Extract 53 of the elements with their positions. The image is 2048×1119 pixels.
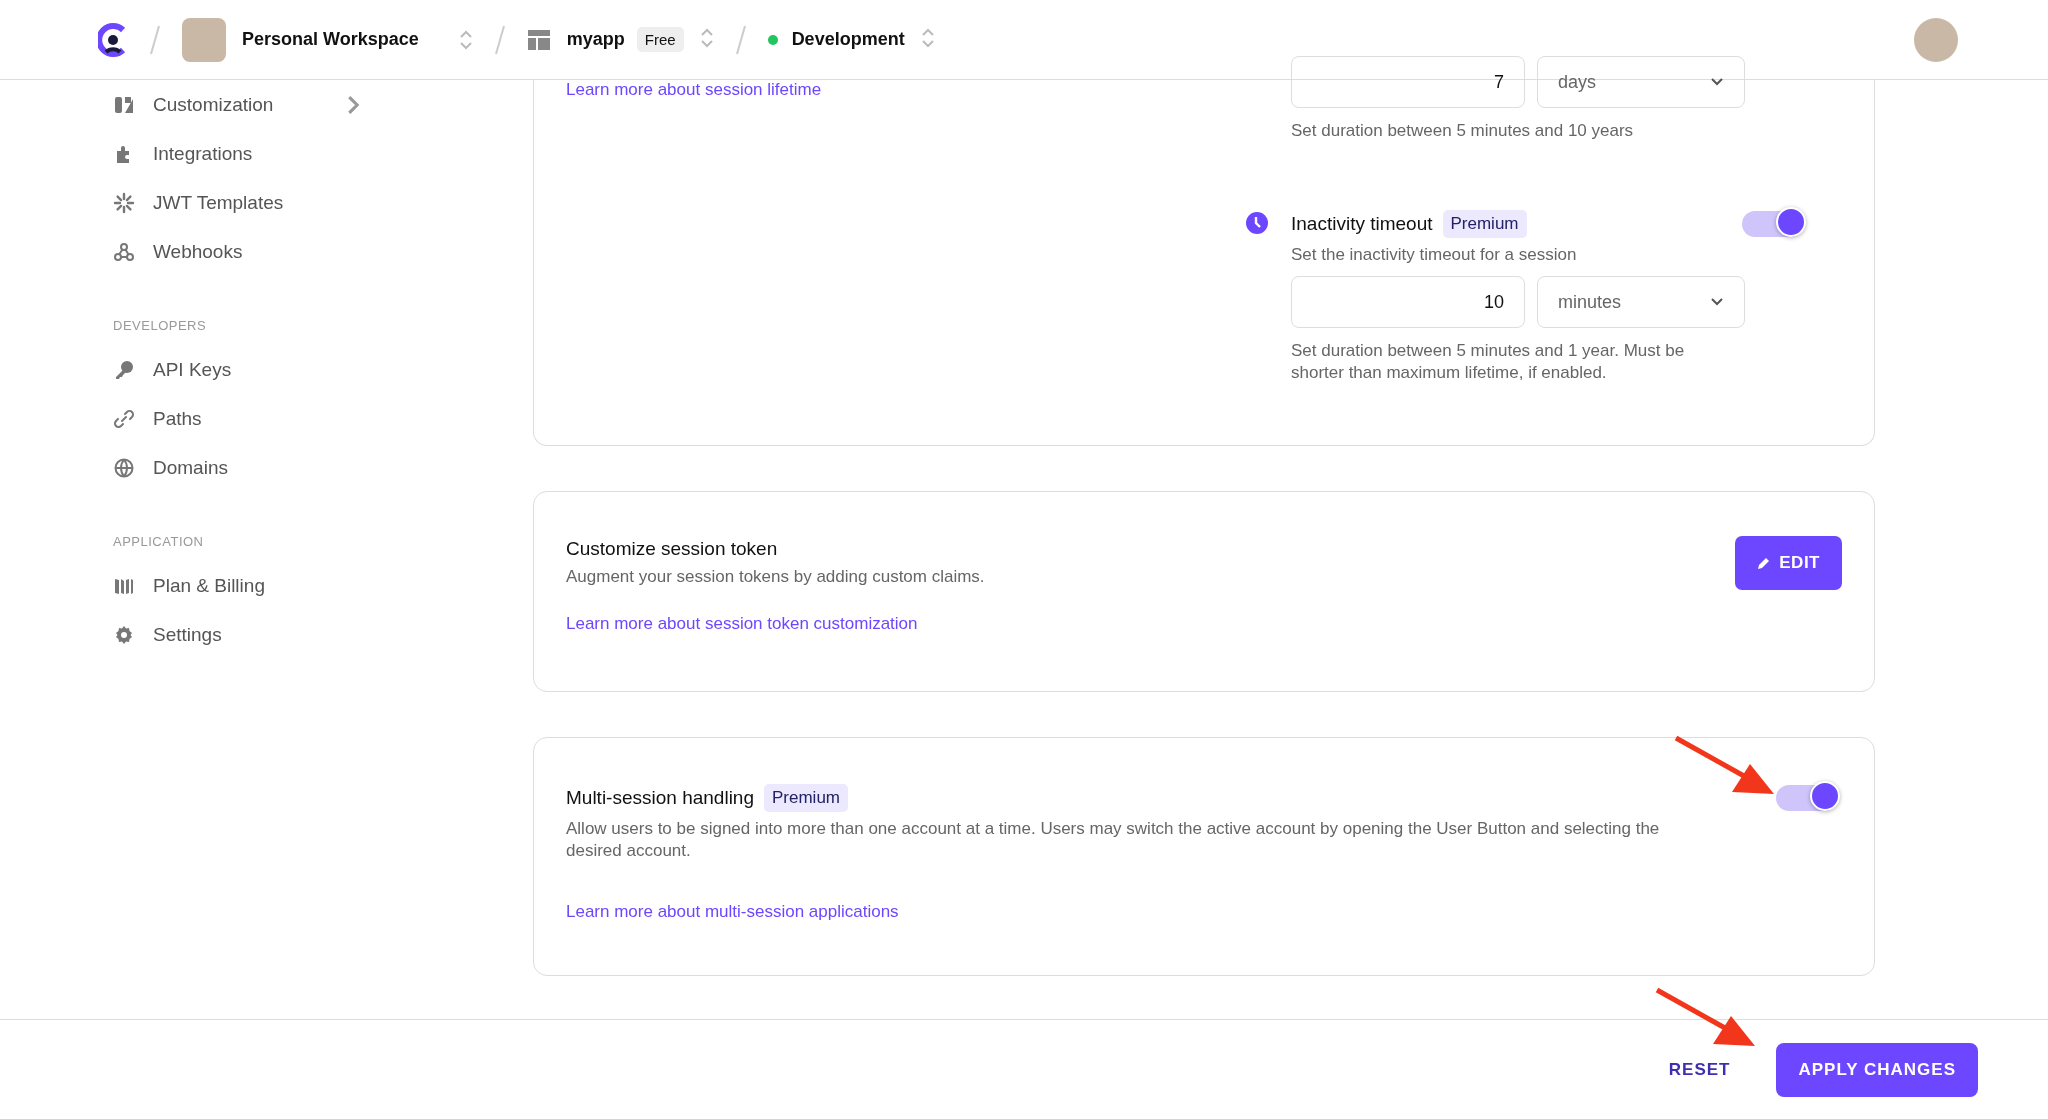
section-heading: DEVELOPERS	[113, 317, 208, 333]
logo-icon[interactable]	[98, 22, 128, 57]
card-description: Augment your session tokens by adding custom claims.	[566, 566, 985, 588]
layout-icon	[526, 28, 551, 51]
chevron-down-icon	[1710, 297, 1724, 307]
number-input[interactable]: 10	[1291, 276, 1525, 328]
sidebar-item[interactable]: JWT Templates	[113, 178, 383, 227]
section-heading: APPLICATION	[113, 533, 205, 549]
sidebar-item[interactable]: Plan & Billing	[113, 561, 383, 610]
sidebar-icon	[113, 456, 135, 479]
breadcrumb-separator	[735, 24, 746, 55]
environment-name[interactable]: Development	[791, 29, 905, 50]
app-name[interactable]: myapp	[566, 29, 625, 50]
user-avatar[interactable]	[1914, 17, 1958, 62]
sidebar-item[interactable]: Webhooks	[113, 227, 383, 276]
number-input[interactable]: 7	[1291, 56, 1525, 108]
workspace-name[interactable]: Personal Workspace	[242, 29, 419, 50]
help-text: Set duration between 5 minutes and 10 years	[1291, 120, 1635, 142]
edit-button[interactable]: EDIT	[1735, 536, 1842, 590]
chevron-down-icon	[1710, 77, 1724, 87]
sidebar-item[interactable]: Paths	[113, 394, 383, 443]
learn-more-link[interactable]: Learn more about session token customization	[566, 614, 918, 633]
sidebar-item[interactable]: Customization	[113, 80, 383, 129]
sidebar-icon	[113, 358, 135, 381]
help-text: Set duration between 5 minutes and 1 year. Must be shorter than maximum lifetime, if enabled.	[1291, 340, 1686, 384]
breadcrumb-separator	[494, 24, 505, 55]
plan-badge: Free	[636, 27, 684, 52]
card-description: Allow users to be signed into more than one account at a time. Users may switch the active account by opening the User Button and selecting the desired account.	[566, 818, 1661, 862]
learn-more-link[interactable]: Learn more about multi-session applications	[566, 902, 899, 921]
clock-icon	[1246, 212, 1268, 234]
card-title: Multi-session handling	[566, 787, 754, 809]
sidebar-item[interactable]: API Keys	[113, 345, 383, 394]
card-title: Customize session token	[566, 538, 779, 560]
sidebar-icon	[113, 240, 135, 263]
avatar-placeholder	[182, 17, 226, 62]
sidebar-item[interactable]: Integrations	[113, 129, 383, 178]
unit-select[interactable]: minutes	[1537, 276, 1745, 328]
premium-badge: Premium	[764, 784, 848, 812]
learn-more-link[interactable]: Learn more about session lifetime	[566, 80, 822, 99]
unit-select[interactable]: days	[1537, 56, 1745, 108]
sidebar-icon	[113, 191, 135, 214]
pencil-icon	[1757, 556, 1772, 570]
premium-badge: Premium	[1442, 210, 1527, 238]
toggle-switch[interactable]	[1742, 211, 1804, 237]
sidebar-icon	[113, 407, 135, 430]
toggle-switch[interactable]	[1776, 785, 1838, 811]
setting-title: Inactivity timeout	[1291, 213, 1433, 235]
sidebar-item[interactable]: Domains	[113, 443, 383, 492]
setting-description: Set the inactivity timeout for a session	[1291, 244, 1578, 266]
sidebar-item[interactable]: Settings	[113, 610, 383, 659]
breadcrumb-separator	[150, 24, 160, 55]
apply-button[interactable]: APPLY CHANGES	[1776, 1043, 1978, 1097]
reset-button[interactable]: RESET	[1662, 1059, 1737, 1081]
